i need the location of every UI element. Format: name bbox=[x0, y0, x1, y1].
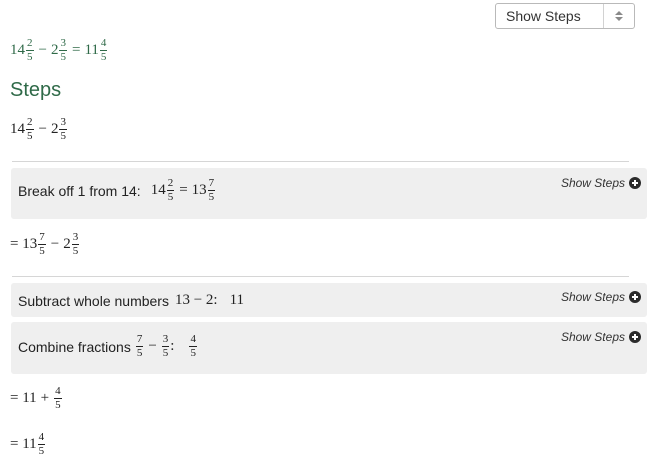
step-box-subtract-whole: Subtract whole numbers 13 − 2: 11 Show S… bbox=[11, 283, 647, 317]
step-content: Break off 1 from 14: 14 2 5 = 13 7 5 bbox=[18, 178, 216, 203]
show-steps-link[interactable]: Show Steps bbox=[561, 290, 641, 304]
final-result: = 11 4 5 bbox=[10, 431, 46, 457]
step-expression: 7 5−3 5: bbox=[135, 333, 175, 359]
fraction: 35 bbox=[71, 231, 80, 257]
minus-operator: − bbox=[38, 41, 47, 58]
mixed-number-whole: 14 bbox=[10, 41, 25, 58]
plus-circle-icon bbox=[629, 331, 641, 343]
mixed-number-whole: 11 bbox=[84, 41, 99, 58]
mixed-number-whole: 2 bbox=[50, 41, 59, 58]
select-arrows-icon bbox=[603, 4, 634, 28]
fraction: 75 bbox=[38, 231, 46, 257]
step-content: Combine fractions 7 5−3 5: 45 bbox=[18, 334, 198, 359]
step-description: Break off 1 from 14: bbox=[18, 182, 141, 199]
step-box-break-off: Break off 1 from 14: 14 2 5 = 13 7 5 Show Step… bbox=[11, 168, 647, 219]
show-steps-link[interactable]: Show Steps bbox=[561, 176, 641, 190]
fraction: 45 bbox=[99, 37, 108, 63]
plus-circle-icon bbox=[629, 291, 641, 303]
show-steps-link-label: Show Steps bbox=[560, 176, 625, 190]
fraction: 35 bbox=[59, 116, 67, 142]
fraction: 45 bbox=[37, 431, 46, 457]
fraction: 25 bbox=[26, 37, 34, 63]
intermediate-expression: = 11 +4 5 bbox=[10, 385, 62, 411]
steps-heading: Steps bbox=[10, 79, 62, 101]
step-description: Subtract whole numbers bbox=[18, 292, 169, 309]
fraction: 45 bbox=[54, 385, 62, 411]
divider bbox=[12, 276, 629, 277]
step-result: 45 bbox=[189, 333, 197, 359]
start-expression: 14 2 5−2 3 5 bbox=[10, 116, 67, 142]
step-box-combine-fractions: Combine fractions 7 5−3 5: 45 Show Steps bbox=[11, 322, 647, 374]
step-content: Subtract whole numbers 13 − 2: 11 bbox=[18, 292, 244, 309]
show-steps-link[interactable]: Show Steps bbox=[561, 330, 641, 344]
step-expression: 13 − 2: bbox=[174, 292, 218, 308]
intermediate-expression: = 13 7 5−2 3 5 bbox=[10, 231, 80, 257]
show-steps-select[interactable]: Show Steps bbox=[495, 3, 635, 29]
step-description: Combine fractions bbox=[18, 338, 131, 355]
show-steps-link-label: Show Steps bbox=[560, 290, 625, 304]
plus-circle-icon bbox=[629, 177, 641, 189]
divider bbox=[12, 161, 629, 162]
step-expression: 14 2 5 = 13 7 5 bbox=[150, 177, 216, 203]
show-steps-link-label: Show Steps bbox=[560, 330, 625, 344]
fraction: 25 bbox=[26, 116, 34, 142]
equals-operator: = bbox=[71, 41, 81, 58]
fraction: 35 bbox=[59, 37, 67, 63]
problem-expression: 14 2 5−2 3 5 = 11 4 5 bbox=[10, 38, 108, 63]
step-result: 11 bbox=[229, 292, 245, 308]
show-steps-select-label: Show Steps bbox=[506, 8, 581, 24]
